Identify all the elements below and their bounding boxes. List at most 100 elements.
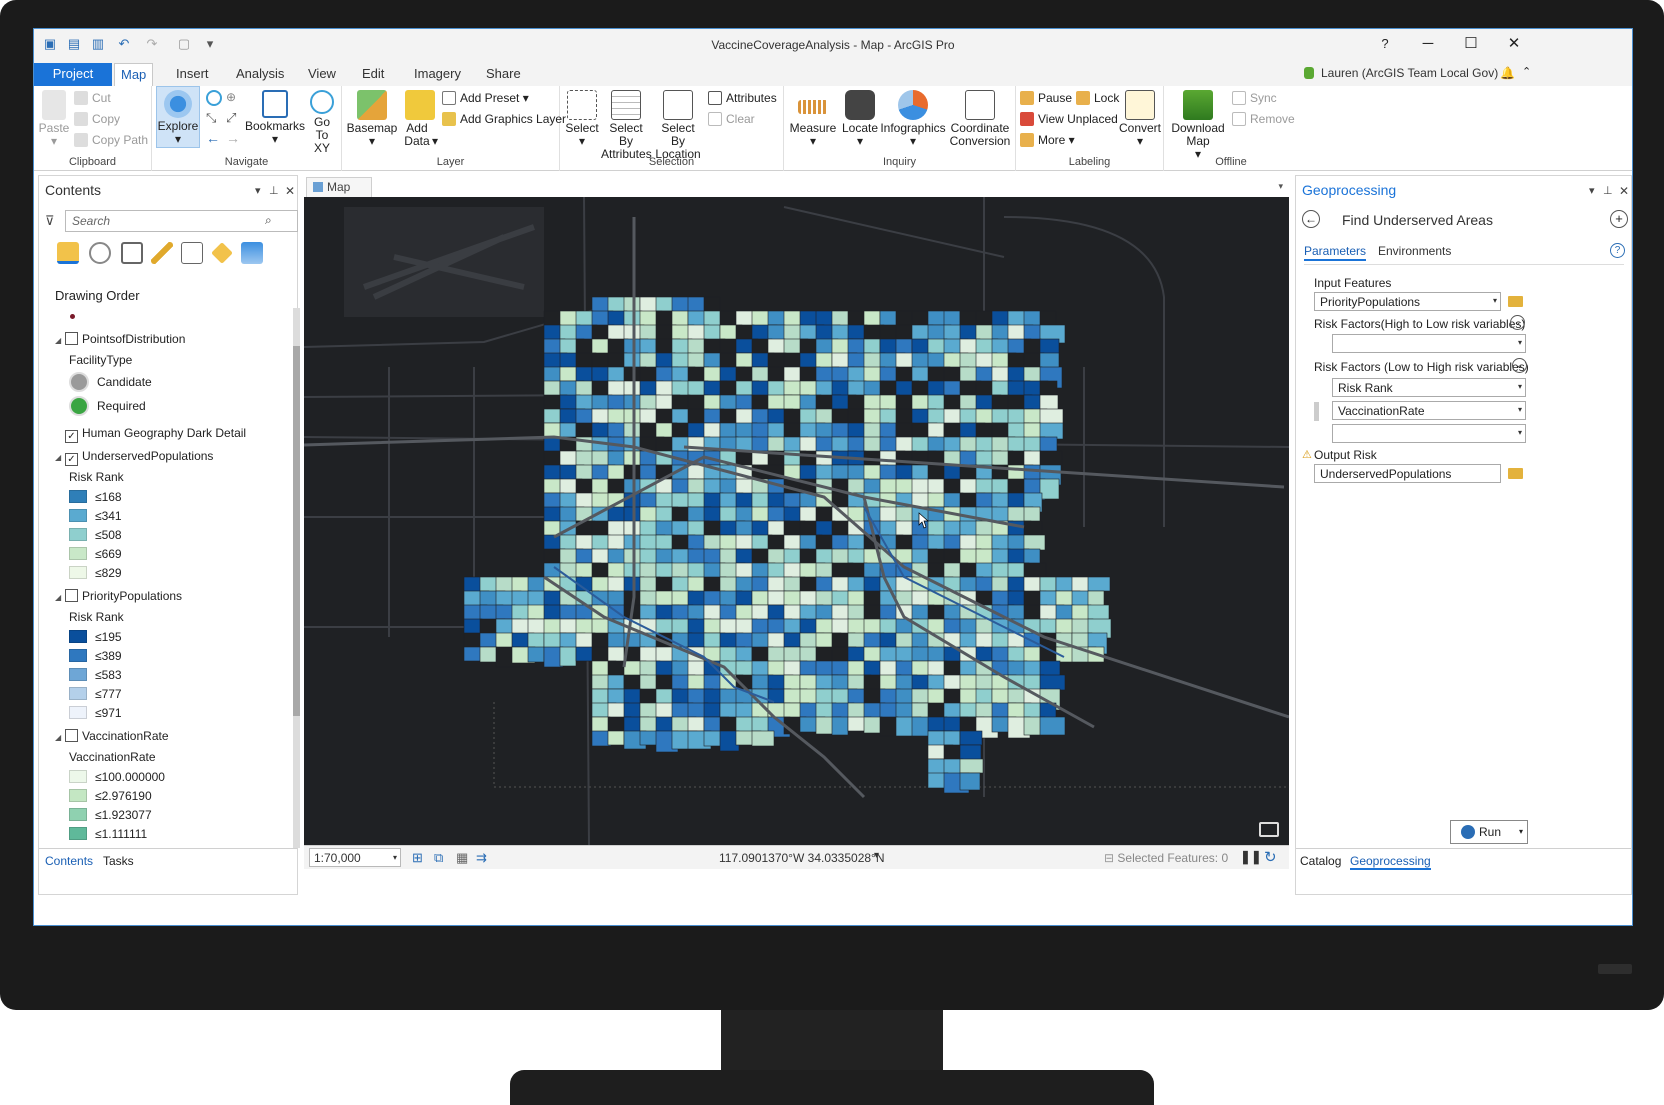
selected-features-count[interactable]: ⊟ Selected Features: 0: [1104, 851, 1228, 865]
remove-offline-button[interactable]: Remove: [1232, 110, 1295, 128]
pause-drawing-icon[interactable]: ❚❚: [1240, 849, 1262, 865]
pane-options-icon[interactable]: ▾: [255, 184, 261, 197]
select-button[interactable]: Select ▾: [564, 90, 600, 148]
risk-low-high-select-2[interactable]: VaccinationRate ▾: [1332, 401, 1526, 420]
pin-icon[interactable]: ⊥: [1603, 184, 1613, 197]
convert-labels-button[interactable]: Convert ▾: [1118, 90, 1162, 148]
paste-button[interactable]: Paste ▾: [38, 90, 70, 148]
full-extent-icon[interactable]: [206, 90, 222, 106]
bottom-tab-geoprocessing[interactable]: Geoprocessing: [1350, 852, 1431, 870]
rotation-icon[interactable]: ⧉: [434, 850, 443, 866]
layer-visibility-checkbox[interactable]: [65, 332, 78, 345]
layer-row-priority-populations[interactable]: ◢ PriorityPopulations: [55, 589, 182, 603]
list-by-data-source-icon[interactable]: [89, 242, 111, 264]
map-scale-select[interactable]: 1:70,000 ▾: [309, 848, 401, 867]
collapse-parameter-icon[interactable]: ⌄: [1510, 315, 1525, 330]
input-features-select[interactable]: PriorityPopulations ▾: [1314, 292, 1501, 311]
fixed-zoom-in-icon[interactable]: ⊕: [226, 90, 242, 106]
minimize-icon[interactable]: ─: [1418, 35, 1438, 53]
legend-swatch[interactable]: [69, 706, 87, 719]
attributes-button[interactable]: Attributes: [708, 89, 777, 107]
layer-row-underserved-populations[interactable]: ◢ ✓ UnderservedPopulations: [55, 449, 213, 466]
download-map-button[interactable]: Download Map▾: [1168, 90, 1228, 161]
coordinate-conversion-button[interactable]: Coordinate Conversion: [946, 90, 1014, 148]
tab-project[interactable]: Project: [34, 63, 112, 86]
filter-icon[interactable]: ⊽: [45, 213, 55, 229]
collapse-parameter-icon[interactable]: ⌄: [1512, 358, 1527, 373]
layer-visibility-checkbox[interactable]: ✓: [65, 453, 78, 466]
run-options-icon[interactable]: ▾: [1519, 821, 1523, 843]
previous-extent-icon[interactable]: ←: [206, 130, 222, 146]
help-icon[interactable]: ?: [1610, 243, 1625, 258]
coordinate-format-icon[interactable]: ▾: [874, 850, 879, 861]
legend-swatch[interactable]: [69, 789, 87, 802]
explore-button[interactable]: Explore ▾: [156, 86, 200, 148]
browse-folder-icon[interactable]: [1508, 468, 1523, 479]
pane-options-icon[interactable]: ▾: [1589, 184, 1595, 197]
bottom-tab-catalog[interactable]: Catalog: [1300, 852, 1341, 870]
layer-visibility-checkbox[interactable]: [65, 589, 78, 602]
map-tab-options-icon[interactable]: ▾: [1278, 181, 1283, 192]
legend-swatch[interactable]: [69, 490, 87, 503]
fixed-zoom-out-icon[interactable]: ⤡: [206, 110, 222, 126]
grid-icon[interactable]: ▦: [456, 850, 468, 866]
pin-icon[interactable]: ⊥: [269, 184, 279, 197]
copy-path-button[interactable]: Copy Path: [74, 131, 148, 149]
notifications-icon[interactable]: 🔔: [1500, 66, 1515, 80]
lock-labels-button[interactable]: Lock: [1076, 89, 1119, 107]
close-pane-icon[interactable]: ✕: [285, 184, 295, 198]
legend-swatch[interactable]: [69, 668, 87, 681]
legend-swatch[interactable]: [69, 687, 87, 700]
tab-insert[interactable]: Insert: [170, 63, 215, 86]
add-preset-button[interactable]: Add Preset ▾: [442, 89, 529, 107]
contents-search-input[interactable]: Search: [65, 210, 298, 232]
refresh-icon[interactable]: ↻: [1264, 848, 1277, 866]
bottom-tab-tasks[interactable]: Tasks: [103, 852, 134, 870]
snapping-icon[interactable]: ⇉: [476, 850, 487, 866]
map-view-tab[interactable]: Map ✕: [306, 177, 372, 208]
add-tool-icon[interactable]: +: [1610, 210, 1628, 228]
back-icon[interactable]: ←: [1302, 210, 1320, 228]
layer-row-human-geography-dark-detail[interactable]: ✓ Human Geography Dark Detail: [65, 426, 246, 443]
map-navigator-icon[interactable]: [1259, 822, 1279, 837]
expand-caret-icon[interactable]: ◢: [55, 593, 65, 602]
browse-folder-icon[interactable]: [1508, 296, 1523, 307]
map-drawing[interactable]: [304, 197, 1289, 845]
bottom-tab-contents[interactable]: Contents: [45, 852, 93, 870]
cut-button[interactable]: Cut: [74, 89, 111, 107]
tab-analysis[interactable]: Analysis: [230, 63, 290, 86]
legend-swatch[interactable]: [69, 649, 87, 662]
legend-swatch[interactable]: [69, 808, 87, 821]
tab-environments[interactable]: Environments: [1378, 244, 1451, 258]
copy-button[interactable]: Copy: [74, 110, 120, 128]
view-unplaced-button[interactable]: View Unplaced: [1020, 110, 1118, 128]
add-graphics-layer-button[interactable]: Add Graphics Layer: [442, 110, 566, 128]
pause-labels-button[interactable]: Pause: [1020, 89, 1072, 107]
help-icon[interactable]: ?: [1375, 35, 1395, 53]
legend-swatch[interactable]: [69, 509, 87, 522]
select-by-location-button[interactable]: Select By Location: [652, 90, 704, 161]
contents-scrollbar-thumb[interactable]: [293, 346, 300, 716]
risk-high-low-select[interactable]: ▾: [1332, 334, 1526, 353]
layer-row-vaccination-rate[interactable]: ◢ VaccinationRate: [55, 729, 169, 743]
next-extent-icon[interactable]: →: [226, 130, 242, 146]
tab-map[interactable]: Map: [114, 63, 154, 86]
zoom-extent-icon[interactable]: ⤢: [226, 110, 242, 126]
expand-caret-icon[interactable]: ◢: [55, 453, 65, 462]
measure-button[interactable]: Measure ▾: [788, 90, 838, 148]
risk-low-high-select-3[interactable]: ▾: [1332, 424, 1526, 443]
output-risk-input[interactable]: UnderservedPopulations: [1314, 464, 1501, 483]
map-canvas[interactable]: [304, 197, 1289, 845]
more-labeling-button[interactable]: More ▾: [1020, 131, 1075, 149]
legend-swatch[interactable]: [69, 770, 87, 783]
tab-share[interactable]: Share: [480, 63, 527, 86]
risk-low-high-select-1[interactable]: Risk Rank ▾: [1332, 378, 1526, 397]
layer-visibility-checkbox[interactable]: ✓: [65, 430, 78, 443]
collapse-ribbon-icon[interactable]: ⌃: [1522, 65, 1531, 78]
reorder-handle[interactable]: [1314, 402, 1319, 421]
list-by-labeling-icon[interactable]: [211, 242, 233, 264]
select-by-attributes-button[interactable]: Select By Attributes: [600, 90, 652, 161]
tab-view[interactable]: View: [302, 63, 342, 86]
legend-swatch[interactable]: [69, 528, 87, 541]
layer-visibility-checkbox[interactable]: [65, 729, 78, 742]
